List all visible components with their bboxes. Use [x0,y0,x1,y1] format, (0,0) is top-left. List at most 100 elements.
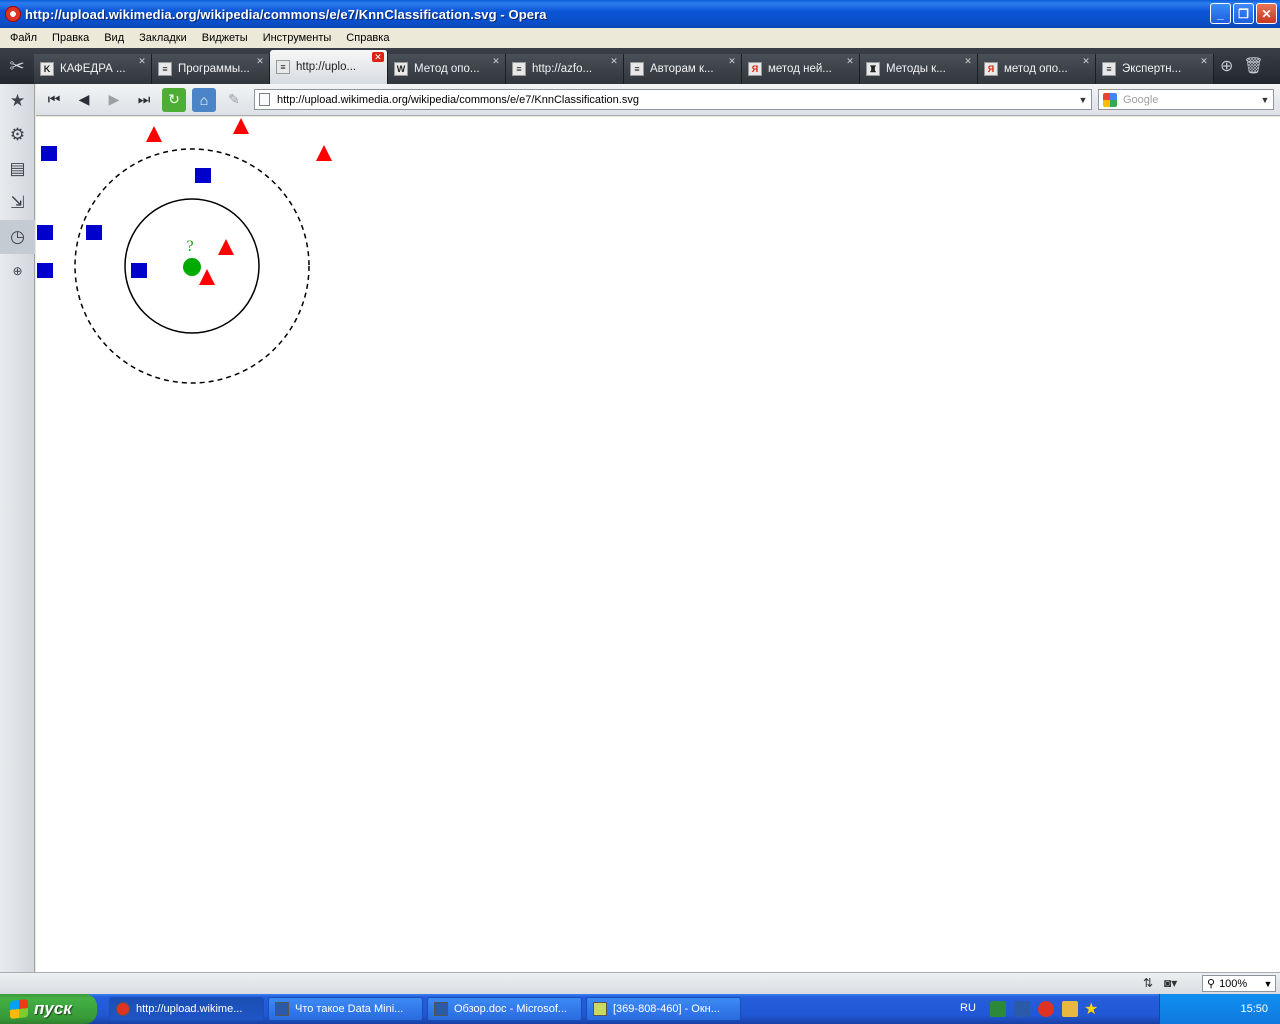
taskbar-word-1[interactable]: Что такое Data Mini... [268,997,423,1021]
tab-metod-ney[interactable]: Яметод ней... ✕ [742,54,860,84]
windows-flag-icon [10,999,28,1019]
start-label: пуск [34,999,72,1018]
transfers-icon[interactable]: ⇲ [0,186,35,220]
close-window-button[interactable]: ✕ [1256,3,1277,24]
tab-close-icon[interactable]: ✕ [608,56,620,66]
window-title: http://upload.wikimedia.org/wikipedia/co… [25,6,547,22]
tab-metod-opo-2[interactable]: Яметод опо... ✕ [978,54,1096,84]
chevron-down-icon[interactable]: ▼ [1261,979,1275,989]
address-url[interactable]: http://upload.wikimedia.org/wikipedia/co… [277,94,639,106]
query-point [183,258,201,276]
forward-arrow-icon[interactable]: ▶ [102,88,126,112]
taskbar-window[interactable]: [369-808-460] - Окн... [586,997,741,1021]
tab-close-icon[interactable]: ✕ [254,56,266,66]
tab-metody-k[interactable]: ♜ Методы к... ✕ [860,54,978,84]
settings-gear-icon[interactable]: ⚙ [0,118,35,152]
trash-icon[interactable]: 🗑 [1243,56,1263,76]
task-label: Что такое Data Mini... [295,1003,404,1015]
status-bar: ⇅ ◙▾ ⚲ 100% ▼ [0,972,1280,994]
archive-icon[interactable] [1062,1001,1078,1017]
windows-panel-icon[interactable]: ▤ [0,152,35,186]
wikipedia-icon: W [394,62,408,76]
taskbar-opera[interactable]: http://upload.wikime... [109,997,264,1021]
menu-widgets[interactable]: Виджеты [196,32,257,44]
tab-close-icon[interactable]: ✕ [1080,56,1092,66]
tab-bar: ✂ K КАФЕДРА ... ✕ ≡ Программы... ✕ ≡ http://u… [0,48,1280,84]
navigation-bar: ⏮ ◀ ▶ ⏭ ↻ ⌂ ✎ http://upload.wikimedia.or… [36,84,1280,116]
add-panel-icon[interactable]: ⊕ [0,254,35,288]
google-icon[interactable] [1103,92,1117,107]
clock[interactable]: 15:50 [1240,1003,1268,1015]
chevron-down-icon[interactable]: ▼ [1075,90,1091,109]
tab-close-icon[interactable]: ✕ [962,56,974,66]
search-placeholder: Google [1123,93,1159,106]
tab-close-icon[interactable]: ✕ [136,56,148,66]
tab-close-icon[interactable]: ✕ [1198,56,1210,66]
menu-help[interactable]: Справка [340,32,398,44]
window-titlebar: http://upload.wikimedia.org/wikipedia/co… [0,0,1280,28]
opera-icon[interactable] [1038,1001,1054,1017]
menu-view[interactable]: Вид [98,32,133,44]
chess-icon: ♜ [866,62,880,76]
tab-label: Авторам к... [650,63,714,75]
edit-pen-icon[interactable]: ✎ [222,88,246,112]
tab-avtoram[interactable]: ≡ Авторам к... ✕ [624,54,742,84]
camera-icon[interactable]: ◙▾ [1164,976,1177,990]
menu-file[interactable]: Файл [4,32,46,44]
tab-upload-active[interactable]: ≡ http://uplo... ✕ [270,50,388,84]
tab-close-icon[interactable]: ✕ [726,56,738,66]
address-bar[interactable]: http://upload.wikimedia.org/wikipedia/co… [254,89,1092,110]
task-label: http://upload.wikime... [136,1003,243,1015]
fast-forward-icon[interactable]: ⏭ [132,88,156,112]
tab-label: Программы... [178,63,250,75]
yandex-icon: Я [748,62,762,76]
tab-close-icon[interactable]: ✕ [372,52,384,62]
start-button[interactable]: пуск [0,994,97,1024]
search-input[interactable]: Google ▼ [1098,89,1274,110]
tab-azfo[interactable]: ≡ http://azfo... ✕ [506,54,624,84]
menu-bookmarks[interactable]: Закладки [133,32,196,44]
new-tab-icon[interactable]: ⊕ [1220,56,1233,76]
menu-tools[interactable]: Инструменты [257,32,341,44]
rewind-icon[interactable]: ⏮ [42,88,66,112]
star-icon[interactable]: ★ [1084,999,1100,1018]
page-icon: ≡ [158,62,172,76]
tab-label: http://uplo... [296,61,357,73]
opera-logo-icon [5,6,21,22]
tools-menu-icon[interactable]: ✂ [0,48,34,84]
tab-close-icon[interactable]: ✕ [490,56,502,66]
page-icon [259,93,270,106]
tab-label: метод ней... [768,63,832,75]
language-indicator[interactable]: RU [960,1002,976,1014]
query-label: ? [186,238,193,255]
history-clock-icon[interactable]: ◷ [0,220,35,254]
restore-button[interactable]: ❐ [1233,3,1254,24]
word-icon[interactable] [1014,1001,1030,1017]
minimize-button[interactable]: _ [1210,3,1231,24]
class-b-triangle [218,239,234,255]
excel-icon[interactable] [990,1001,1006,1017]
menu-edit[interactable]: Правка [46,32,98,44]
tab-programmy[interactable]: ≡ Программы... ✕ [152,54,270,84]
menu-bar: Файл Правка Вид Закладки Виджеты Инструм… [0,28,1280,48]
home-icon[interactable]: ⌂ [192,87,216,112]
tab-ekspertn[interactable]: ≡ Экспертн... ✕ [1096,54,1214,84]
tab-close-icon[interactable]: ✕ [844,56,856,66]
class-a-square [195,168,211,183]
class-b-triangle [316,145,332,161]
tab-metod-opo[interactable]: W Метод опо... ✕ [388,54,506,84]
chevron-down-icon[interactable]: ▼ [1257,90,1273,109]
tab-kafedra[interactable]: K КАФЕДРА ... ✕ [34,54,152,84]
page-icon: ≡ [630,62,644,76]
zoom-control[interactable]: ⚲ 100% ▼ [1202,975,1276,992]
network-icon[interactable]: ⇅ [1143,976,1153,990]
back-arrow-icon[interactable]: ◀ [72,88,96,112]
task-label: [369-808-460] - Окн... [613,1003,720,1015]
yandex-icon: Я [984,62,998,76]
page-content: ? [36,117,1280,972]
class-b-triangle [233,118,249,134]
taskbar-word-2[interactable]: Обзор.doc - Microsof... [427,997,582,1021]
bookmarks-star-icon[interactable]: ★ [0,84,35,118]
task-label: Обзор.doc - Microsof... [454,1003,568,1015]
reload-icon[interactable]: ↻ [162,87,186,112]
